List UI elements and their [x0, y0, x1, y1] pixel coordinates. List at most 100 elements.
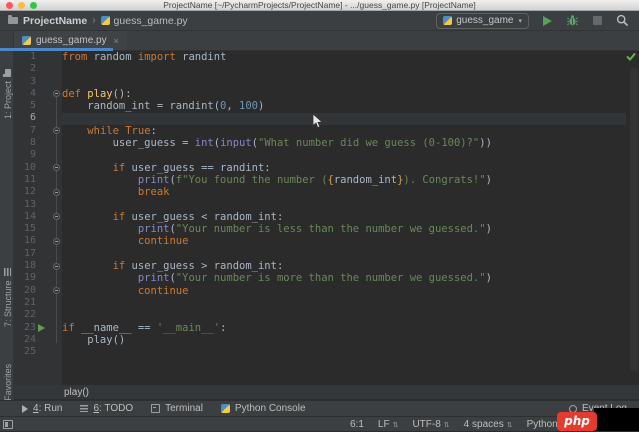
window-controls[interactable] — [6, 2, 37, 9]
code-line[interactable]: random_int = randint(0, 100) — [62, 100, 492, 112]
run-button[interactable] — [543, 15, 552, 26]
editor-scrollbar[interactable] — [630, 67, 638, 371]
stop-button[interactable] — [593, 16, 602, 25]
minimize-window-button[interactable] — [18, 2, 25, 9]
terminal-tool-label: Terminal — [165, 403, 203, 414]
run-configuration-label: guess_game — [456, 15, 514, 26]
search-everywhere-button[interactable] — [616, 14, 629, 27]
code-line[interactable] — [62, 297, 492, 309]
run-tool-label: 4: Run — [33, 403, 63, 414]
line-number: 25 — [23, 346, 36, 358]
editor-tab-label: guess_game.py — [36, 35, 107, 46]
code-line[interactable]: def play(): — [62, 88, 492, 100]
caret-position[interactable]: 6:1 — [350, 419, 364, 430]
code-line[interactable]: if user_guess < random_int: — [62, 211, 492, 223]
debug-button[interactable] — [566, 14, 579, 27]
window-title: ProjectName [~/PycharmProjects/ProjectNa… — [163, 0, 476, 10]
line-number: 21 — [23, 296, 36, 308]
code-line[interactable] — [62, 346, 492, 358]
tool-button-structure[interactable]: 7: Structure — [2, 268, 13, 327]
tool-window-terminal[interactable]: Terminal — [151, 403, 203, 414]
code-line[interactable]: break — [62, 186, 492, 198]
line-number: 6 — [29, 112, 36, 124]
python-console-tool-label: Python Console — [234, 403, 306, 414]
code-line[interactable]: print(f"You found the number ({random_in… — [62, 174, 492, 186]
line-separator-indicator[interactable]: LF — [378, 419, 399, 430]
code-line[interactable]: if user_guess > random_int: — [62, 260, 492, 272]
python-icon — [220, 404, 230, 413]
code-line[interactable] — [62, 248, 492, 260]
code-line[interactable] — [62, 112, 492, 124]
breadcrumb-function[interactable]: play() — [64, 387, 89, 398]
code-line[interactable] — [62, 149, 492, 161]
close-window-button[interactable] — [6, 2, 13, 9]
run-line-gutter-icon[interactable] — [38, 324, 45, 333]
line-number: 3 — [29, 75, 36, 87]
inspections-ok-icon[interactable] — [626, 52, 636, 61]
code-line[interactable]: while True: — [62, 125, 492, 137]
code-editor[interactable]: 1 2 3 4 5 6 7 8 9 10 11 12 13 14 15 16 17 18 19 20 21 22 23 24 2… — [14, 51, 639, 385]
encoding-indicator[interactable]: UTF-8 — [412, 419, 449, 430]
code-line[interactable]: if __name__ == '__main__': — [62, 322, 492, 334]
project-tool-label: 1: Project — [2, 80, 13, 119]
bug-icon — [567, 15, 578, 26]
navigation-toolbar: ProjectName guess_game.py guess_game — [0, 11, 639, 31]
line-number: 8 — [29, 137, 36, 149]
tool-window-python-console[interactable]: Python Console — [220, 403, 306, 414]
line-number: 15 — [23, 223, 36, 235]
line-number: 5 — [29, 100, 36, 112]
line-number: 13 — [23, 198, 36, 210]
left-tool-window-strip: 1: Project 7: Structure 2: Favorites — [0, 31, 14, 411]
run-controls: guess_game — [436, 12, 629, 29]
line-number: 17 — [23, 247, 36, 259]
todo-tool-label: 6: TODO — [93, 403, 134, 414]
code-line[interactable]: print("Your number is less than the numb… — [62, 223, 492, 235]
fold-marker[interactable] — [53, 238, 60, 245]
line-number: 9 — [29, 149, 36, 161]
mouse-cursor — [312, 113, 323, 129]
indent-indicator[interactable]: 4 spaces — [464, 419, 513, 430]
line-number: 24 — [23, 333, 36, 345]
run-configuration-select[interactable]: guess_game — [436, 12, 529, 29]
breadcrumb-file[interactable]: guess_game.py — [114, 15, 188, 27]
maximize-window-button[interactable] — [30, 2, 37, 9]
line-number: 1 — [29, 51, 36, 62]
fold-marker[interactable] — [53, 188, 60, 196]
code-lines[interactable]: from random import randint def play(): ra… — [62, 51, 492, 358]
fold-marker[interactable] — [53, 262, 60, 270]
search-icon — [616, 14, 629, 27]
python-file-icon — [22, 36, 31, 45]
line-number: 2 — [29, 63, 36, 75]
code-line[interactable]: continue — [62, 235, 492, 247]
play-icon — [543, 15, 552, 26]
code-line[interactable] — [62, 63, 492, 75]
tool-window-bar: 4: Run 6: TODO Terminal Python Console E… — [0, 400, 639, 416]
tool-button-project[interactable]: 1: Project — [2, 68, 13, 119]
tool-window-todo[interactable]: 6: TODO — [80, 403, 133, 414]
code-line[interactable] — [62, 199, 492, 211]
tool-window-toggle-icon[interactable] — [3, 420, 13, 429]
code-line[interactable] — [62, 309, 492, 321]
todo-list-icon — [80, 405, 89, 412]
python-file-icon — [100, 16, 110, 25]
code-line[interactable] — [62, 76, 492, 88]
updown-icon — [507, 421, 513, 429]
close-icon[interactable] — [114, 36, 119, 46]
active-tab-underline — [0, 48, 113, 51]
project-icon — [4, 68, 11, 77]
code-line[interactable]: print("Your number is more than the numb… — [62, 272, 492, 284]
code-line[interactable]: from random import randint — [62, 51, 492, 63]
python-icon — [443, 16, 453, 25]
structure-tool-label: 7: Structure — [2, 280, 13, 327]
line-number: 11 — [23, 173, 36, 185]
code-line[interactable]: user_guess = int(input("What number did … — [62, 137, 492, 149]
code-line[interactable]: play() — [62, 334, 492, 346]
editor-breadcrumbs: play() — [14, 385, 639, 400]
run-tool-icon — [22, 404, 28, 413]
breadcrumb-project[interactable]: ProjectName — [23, 15, 87, 27]
updown-icon — [393, 421, 399, 429]
code-line[interactable]: if user_guess == randint: — [62, 162, 492, 174]
code-line[interactable]: continue — [62, 285, 492, 297]
chevron-right-icon — [92, 15, 95, 26]
tool-window-run[interactable]: 4: Run — [22, 403, 62, 414]
